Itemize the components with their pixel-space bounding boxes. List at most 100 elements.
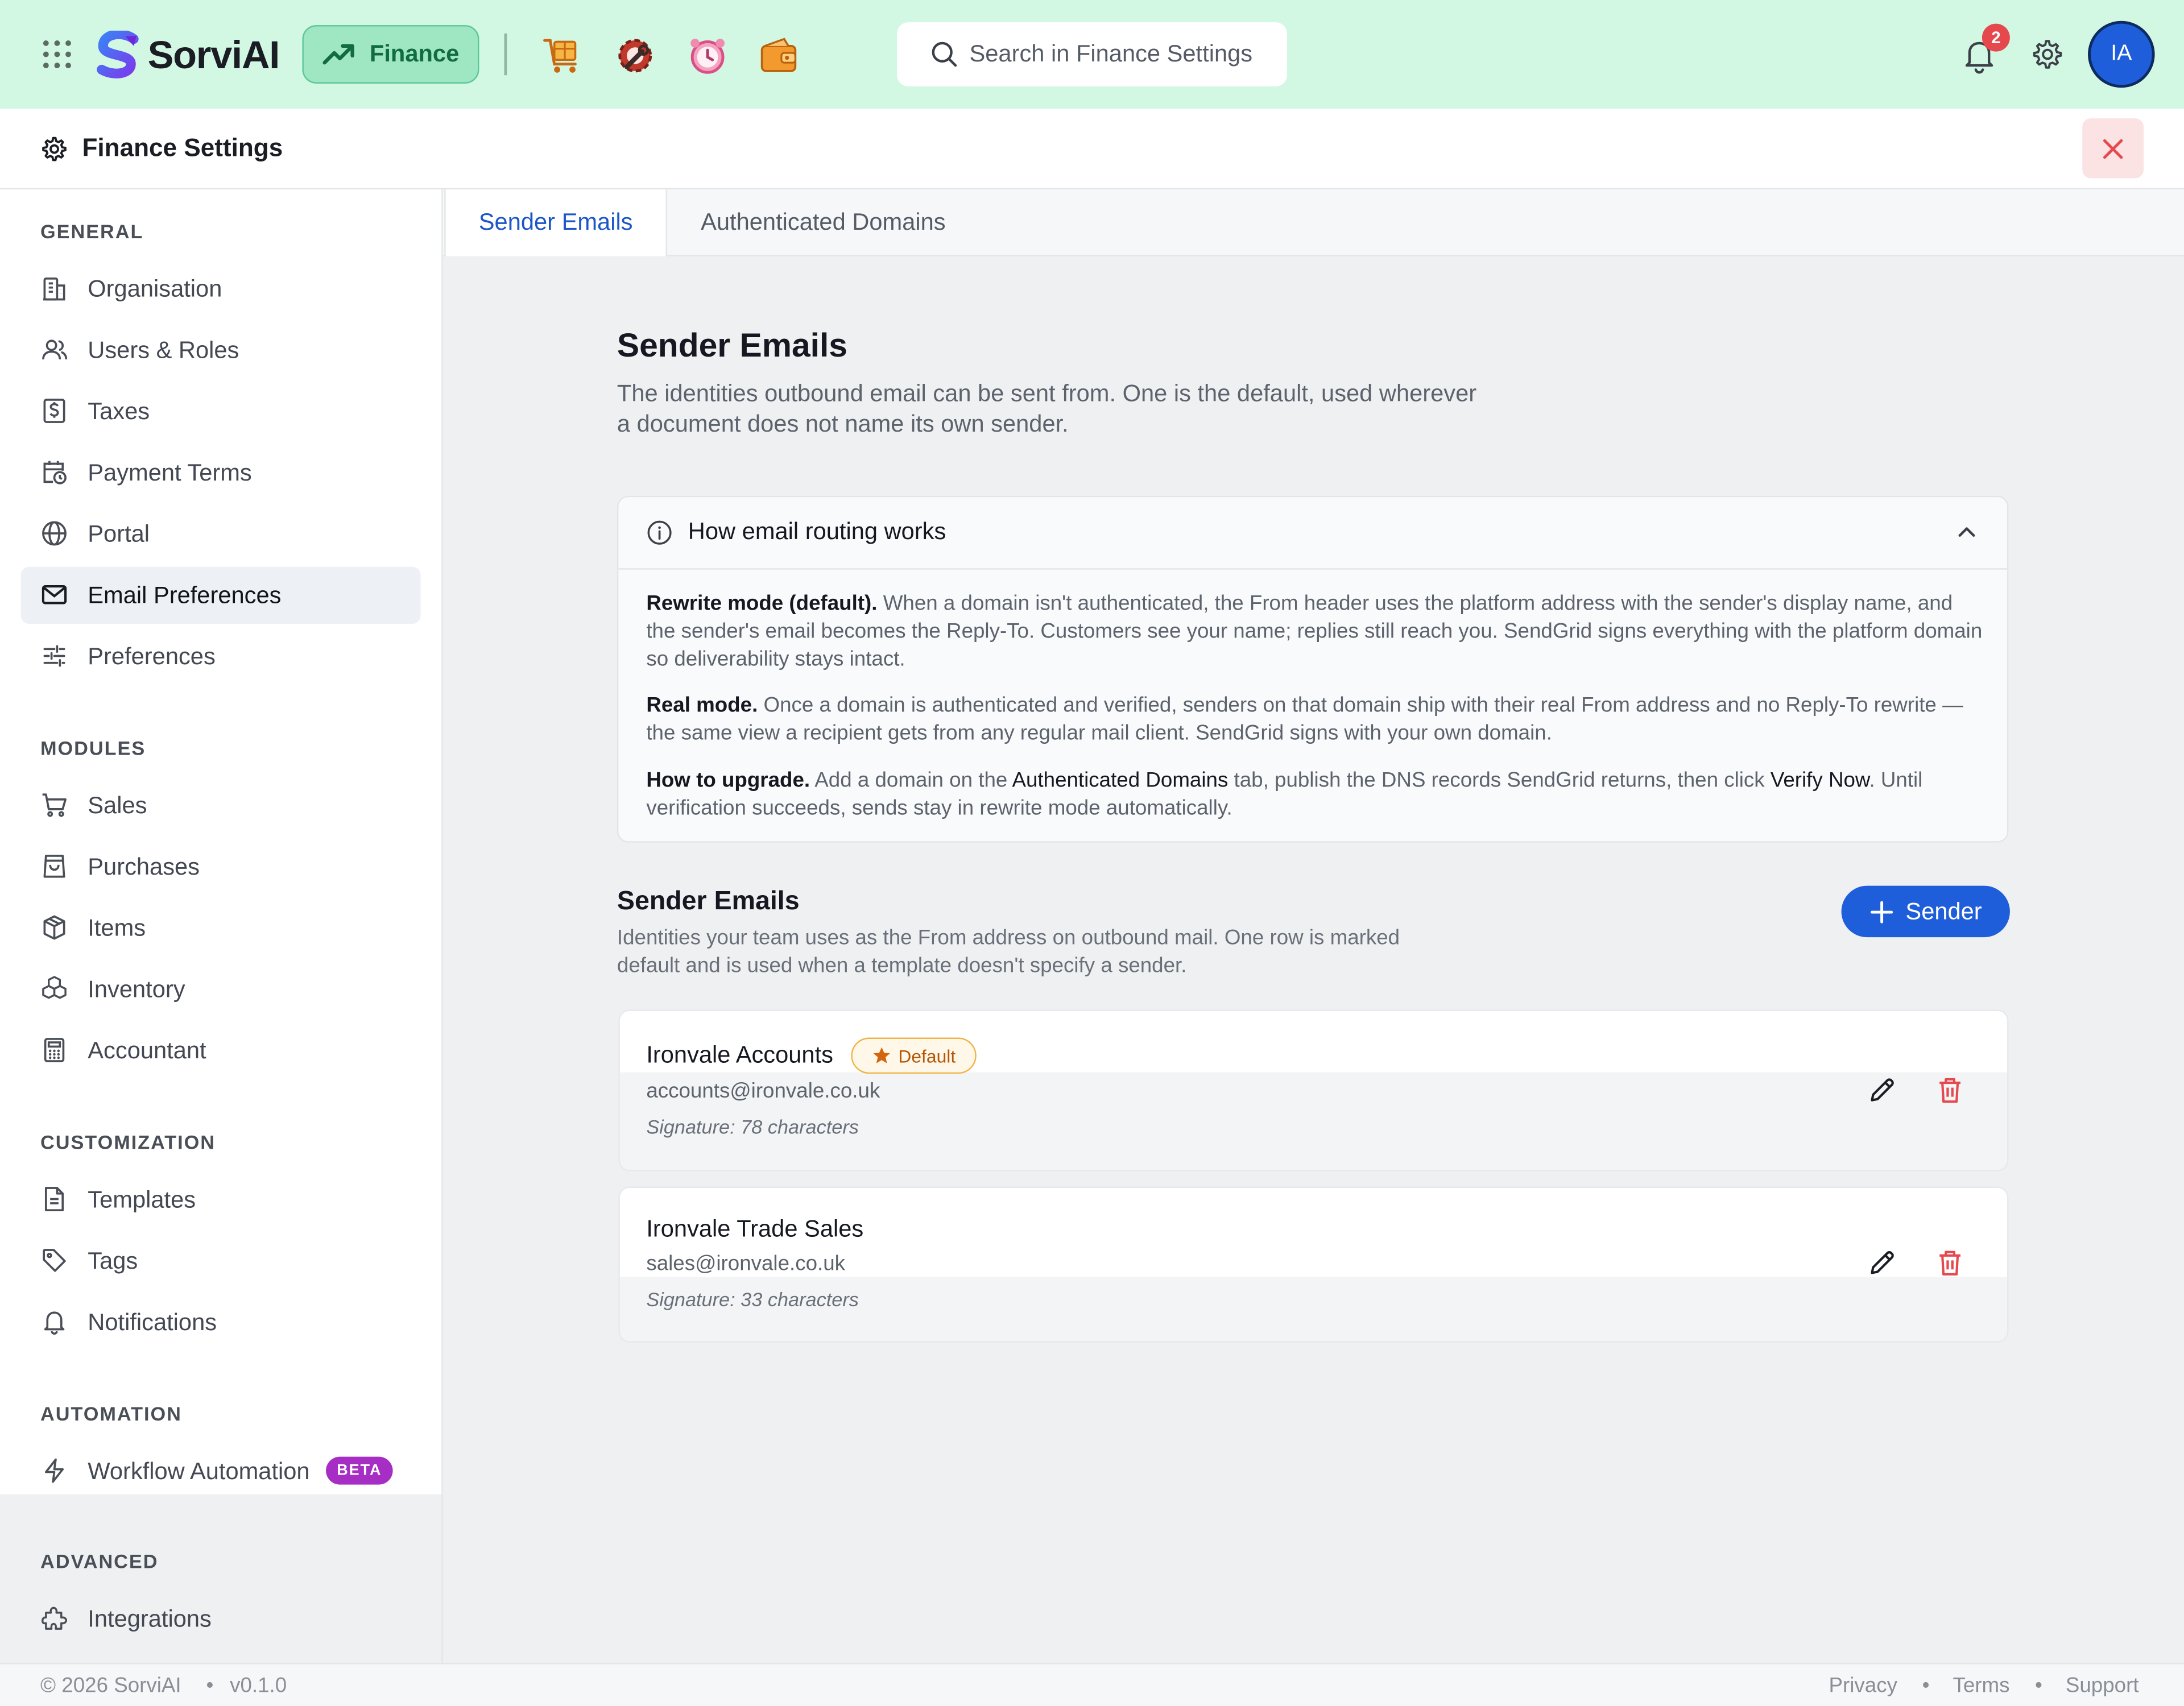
sender-signature: Signature: 33 characters (646, 1288, 859, 1311)
sidebar-item-tags[interactable]: Tags (21, 1232, 421, 1289)
beta-badge: BETA (326, 1456, 393, 1485)
sidebar-item-label: Inventory (88, 976, 185, 1003)
cart-icon (42, 793, 67, 817)
sliders-icon (43, 645, 65, 667)
app-root: SorviAI Finance Search in Finance Settin… (0, 0, 2184, 1706)
rewrite-mode-label: Rewrite mode (default). (646, 591, 878, 616)
real-mode-label: Real mode. (646, 693, 758, 718)
verify-now-ref: Verify Now (1770, 768, 1869, 793)
footer-link-privacy[interactable]: Privacy (1829, 1674, 1897, 1698)
settings-gear-icon (40, 135, 68, 163)
sidebar-item-purchases[interactable]: Purchases (21, 838, 421, 895)
sidebar-item-label: Notifications (88, 1309, 217, 1336)
sender-name: Ironvale Accounts (646, 1041, 833, 1069)
routing-paragraph-real: Real mode. Once a domain is authenticate… (646, 692, 1983, 748)
sender-signature: Signature: 78 characters (646, 1115, 859, 1138)
routing-paragraph-rewrite: Rewrite mode (default). When a domain is… (646, 590, 1983, 674)
add-sender-button[interactable]: Sender (1841, 885, 2010, 938)
delete-trash-icon[interactable] (1935, 1248, 1966, 1278)
edit-pencil-icon[interactable] (1867, 1248, 1897, 1278)
sidebar-item-portal[interactable]: Portal (21, 506, 421, 562)
real-mode-text: Once a domain is authenticated and verif… (646, 693, 1963, 746)
delete-trash-icon[interactable] (1935, 1075, 1966, 1106)
footer-version: v0.1.0 (230, 1674, 287, 1698)
sidebar-item-accountant[interactable]: Accountant (21, 1022, 421, 1079)
sidebar-item-taxes[interactable]: Taxes (21, 383, 421, 440)
divider (504, 33, 507, 76)
app-grid-icon[interactable] (39, 36, 76, 73)
sidebar-section-modules: MODULES (40, 736, 146, 759)
building-icon (43, 277, 65, 301)
sidebar-item-label: Preferences (88, 643, 216, 670)
brand-mark-icon (97, 30, 139, 78)
app-switcher-finance[interactable]: Finance (302, 25, 479, 84)
footer-copyright: © 2026 SorviAI (40, 1674, 181, 1698)
routing-info-title: How email routing works (688, 518, 946, 545)
tag-icon (43, 1249, 66, 1272)
sidebar-item-preferences[interactable]: Preferences (21, 628, 421, 685)
sidebar-item-email-preferences[interactable]: Email Preferences (20, 566, 421, 624)
sidebar-item-templates[interactable]: Templates (21, 1171, 421, 1228)
footer-link-support[interactable]: Support (2066, 1674, 2139, 1698)
sidebar-item-sales[interactable]: Sales (21, 777, 421, 834)
users-icon (42, 339, 68, 359)
sidebar-item-label: Integrations (88, 1605, 212, 1633)
app-label: Finance (369, 40, 460, 67)
chevron-up-icon[interactable] (1955, 521, 1978, 543)
search-input[interactable]: Search in Finance Settings (897, 22, 1287, 86)
upgrade-text-a: Add a domain on the (810, 768, 1012, 793)
sidebar-item-inventory[interactable]: Inventory (21, 961, 421, 1018)
sidebar-item-users-roles[interactable]: Users & Roles (21, 322, 421, 379)
search-placeholder: Search in Finance Settings (969, 40, 1253, 67)
edit-pencil-icon[interactable] (1867, 1075, 1897, 1106)
upgrade-label: How to upgrade. (646, 768, 810, 793)
sidebar-item-notifications[interactable]: Notifications (21, 1294, 421, 1351)
box-cart-icon[interactable] (540, 34, 585, 78)
default-badge: Default (851, 1037, 977, 1074)
sidebar-item-label: Email Preferences (88, 582, 282, 609)
sender-email: accounts@ironvale.co.uk (646, 1079, 880, 1103)
sender-list-description: Identities your team uses as the From ad… (617, 926, 1400, 978)
routing-paragraph-upgrade: How to upgrade. Add a domain on the Auth… (646, 767, 1983, 823)
mail-icon (42, 585, 67, 604)
bag-icon (43, 855, 65, 878)
close-settings-button[interactable] (2082, 118, 2144, 179)
default-badge-label: Default (898, 1045, 956, 1066)
settings-gear-icon[interactable] (2031, 38, 2065, 71)
sidebar-item-organisation[interactable]: Organisation (21, 260, 421, 317)
upgrade-text-b: tab, publish the DNS records SendGrid re… (1228, 768, 1771, 793)
close-icon (2103, 138, 2123, 158)
page-title: Finance Settings (82, 134, 283, 162)
sidebar-item-label: Accountant (88, 1037, 206, 1065)
user-avatar[interactable]: IA (2088, 20, 2155, 88)
calculator-icon (44, 1038, 65, 1062)
calendar-clock-icon (43, 461, 67, 485)
sidebar-item-label: Payment Terms (88, 459, 252, 486)
sidebar-item-items[interactable]: Items (21, 900, 421, 956)
sidebar-section-advanced: ADVANCED (40, 1550, 159, 1572)
wallet-icon[interactable] (756, 34, 801, 78)
sidebar-item-label: Portal (88, 520, 150, 548)
tab-authenticated-domains[interactable]: Authenticated Domains (669, 189, 978, 256)
document-icon (44, 1187, 64, 1212)
sidebar-item-integrations[interactable]: Integrations (21, 1591, 421, 1647)
brand-logo[interactable]: SorviAI (95, 28, 280, 84)
sidebar-item-label: Items (88, 914, 146, 942)
section-description: The identities outbound email can be sen… (617, 380, 1477, 437)
sender-list-title: Sender Emails (617, 887, 800, 917)
bell-icon (44, 1311, 65, 1335)
search-icon (932, 42, 957, 67)
alarm-clock-icon[interactable] (685, 34, 730, 78)
section-title: Sender Emails (617, 327, 848, 365)
gear-wrench-icon[interactable] (613, 34, 657, 78)
sidebar-item-label: Tags (88, 1248, 138, 1274)
dollar-doc-icon (43, 399, 65, 423)
sidebar-item-payment-terms[interactable]: Payment Terms (21, 444, 421, 501)
footer-link-terms[interactable]: Terms (1953, 1674, 2009, 1698)
sidebar-item-label: Organisation (88, 275, 222, 303)
sidebar-section-customization: CUSTOMIZATION (40, 1131, 216, 1153)
tab-sender-emails[interactable]: Sender Emails (444, 189, 668, 256)
star-icon (873, 1047, 890, 1063)
globe-icon (42, 521, 67, 546)
boxes-icon (42, 976, 67, 999)
